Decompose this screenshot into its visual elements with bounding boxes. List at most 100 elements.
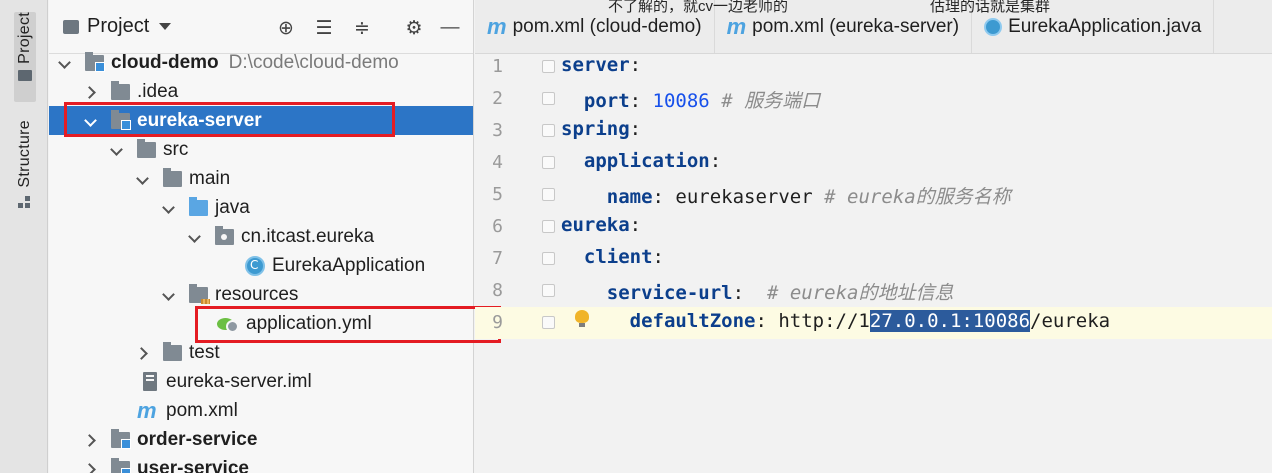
tree-item-eureka-application[interactable]: EurekaApplication xyxy=(49,251,473,280)
chevron-down-icon[interactable] xyxy=(163,289,175,301)
structure-tool-button[interactable]: Structure xyxy=(14,120,36,220)
structure-icon xyxy=(18,195,32,210)
line-number: 2 xyxy=(492,88,503,109)
tree-item-label: eureka-server.iml xyxy=(166,370,312,392)
tree-item-cloud-demo[interactable]: cloud-demo D:\code\cloud-demo xyxy=(49,48,473,77)
chevron-right-icon[interactable] xyxy=(85,434,97,446)
tree-item-label: pom.xml xyxy=(166,399,238,421)
package-icon xyxy=(215,225,234,245)
chevron-down-icon[interactable] xyxy=(59,57,71,69)
tree-item-label: main xyxy=(189,167,231,189)
java-class-icon xyxy=(245,255,265,276)
code-editor[interactable]: server: port: 10086 # 服务端口 spring: appli… xyxy=(559,54,1272,473)
video-caption: 估理的话就是集群 xyxy=(930,0,1051,13)
line-number: 5 xyxy=(492,184,503,205)
line-number: 7 xyxy=(492,248,503,269)
code-line-2: port: 10086 # 服务端口 xyxy=(583,90,821,112)
maven-icon: m xyxy=(726,13,747,39)
tree-item-label: src xyxy=(163,138,189,160)
fold-marker-icon[interactable] xyxy=(542,60,555,73)
source-folder-icon xyxy=(189,196,208,216)
tree-item-user-service[interactable]: user-service xyxy=(49,454,473,473)
editor-tabs: m pom.xml (cloud-demo) m pom.xml (eureka… xyxy=(475,0,1272,54)
code-line-5: name: eurekaserver # eureka的服务名称 xyxy=(606,186,1011,208)
tree-item-eureka-server[interactable]: eureka-server xyxy=(49,106,473,135)
maven-icon: m xyxy=(137,397,157,423)
project-panel: Project ⊕ ☰ ≑ ⚙ — cloud-demo D:\code\clo… xyxy=(49,0,474,473)
module-folder-icon xyxy=(85,51,105,72)
code-line-7: client: xyxy=(583,246,664,268)
tree-item-label: eureka-server xyxy=(137,109,262,131)
chevron-down-icon[interactable] xyxy=(85,115,97,127)
hide-icon[interactable]: — xyxy=(439,17,461,39)
code-line-4: application: xyxy=(583,150,722,172)
fold-marker-icon[interactable] xyxy=(542,316,555,329)
folder-icon xyxy=(163,167,182,187)
tree-item-label: java xyxy=(215,196,250,218)
fold-marker-icon[interactable] xyxy=(542,92,555,105)
tree-item-src[interactable]: src xyxy=(49,135,473,164)
chevron-right-icon[interactable] xyxy=(85,463,97,473)
project-toolbar: Project ⊕ ☰ ≑ ⚙ — xyxy=(49,0,473,54)
tab-label: EurekaApplication.java xyxy=(1008,15,1202,37)
locate-icon[interactable]: ⊕ xyxy=(275,17,297,39)
tree-item-application-yml[interactable]: application.yml xyxy=(49,309,473,338)
resources-folder-icon xyxy=(189,283,210,304)
chevron-right-icon[interactable] xyxy=(137,347,149,359)
code-line-9: defaultZone: http://127.0.0.1:10086/eure… xyxy=(629,310,1111,332)
project-view-title[interactable]: Project xyxy=(87,15,149,38)
folder-icon xyxy=(163,341,182,361)
fold-marker-icon[interactable] xyxy=(542,284,555,297)
tree-item-package[interactable]: cn.itcast.eureka xyxy=(49,222,473,251)
iml-file-icon xyxy=(143,372,157,391)
project-tool-label: Project xyxy=(16,12,33,64)
editor-gutter: 1 2 3 4 5 6 7 8 9 xyxy=(475,54,589,473)
tree-item-iml[interactable]: eureka-server.iml xyxy=(49,367,473,396)
folder-icon xyxy=(111,80,130,100)
tree-item-label: test xyxy=(189,341,220,363)
folder-icon xyxy=(137,138,156,158)
module-folder-icon xyxy=(111,428,131,449)
tree-item-order-service[interactable]: order-service xyxy=(49,425,473,454)
chevron-down-icon[interactable] xyxy=(111,144,123,156)
line-number: 9 xyxy=(492,312,503,333)
expand-all-icon[interactable]: ☰ xyxy=(313,17,335,39)
tree-item-pom[interactable]: m pom.xml xyxy=(49,396,473,425)
chevron-down-icon[interactable] xyxy=(159,23,172,30)
tree-item-label: resources xyxy=(215,283,299,305)
tree-item-path: D:\code\cloud-demo xyxy=(228,51,399,73)
fold-marker-icon[interactable] xyxy=(542,188,555,201)
module-folder-icon xyxy=(111,109,131,130)
chevron-right-icon[interactable] xyxy=(85,86,97,98)
tree-item-idea[interactable]: .idea xyxy=(49,77,473,106)
chevron-down-icon[interactable] xyxy=(137,173,149,185)
tree-item-label: cn.itcast.eureka xyxy=(241,225,375,247)
tab-label: pom.xml (eureka-server) xyxy=(752,15,960,37)
tree-item-test[interactable]: test xyxy=(49,338,473,367)
fold-marker-icon[interactable] xyxy=(542,124,555,137)
line-number: 3 xyxy=(492,120,503,141)
fold-marker-icon[interactable] xyxy=(542,252,555,265)
project-tool-button[interactable]: Project xyxy=(14,12,36,102)
tree-item-java[interactable]: java xyxy=(49,193,473,222)
tool-window-stripe: Project Structure xyxy=(0,0,48,473)
text-selection: 27.0.0.1:10086 xyxy=(869,310,1031,332)
tree-item-main[interactable]: main xyxy=(49,164,473,193)
folder-icon xyxy=(18,69,32,81)
code-line-6: eureka: xyxy=(561,214,642,236)
video-caption: 不了解的，就cv一边老师的 xyxy=(608,0,789,13)
chevron-down-icon[interactable] xyxy=(189,231,201,243)
module-folder-icon xyxy=(111,457,131,473)
structure-tool-label: Structure xyxy=(16,120,33,188)
yaml-file-icon xyxy=(217,315,239,333)
fold-marker-icon[interactable] xyxy=(542,156,555,169)
code-line-8: service-url: # eureka的地址信息 xyxy=(606,282,954,304)
project-view-icon xyxy=(63,19,79,34)
java-class-icon xyxy=(984,17,1003,36)
fold-marker-icon[interactable] xyxy=(542,220,555,233)
tree-item-resources[interactable]: resources xyxy=(49,280,473,309)
chevron-down-icon[interactable] xyxy=(163,202,175,214)
tree-item-label: application.yml xyxy=(246,312,372,334)
collapse-all-icon[interactable]: ≑ xyxy=(351,17,373,39)
gear-icon[interactable]: ⚙ xyxy=(403,17,425,39)
